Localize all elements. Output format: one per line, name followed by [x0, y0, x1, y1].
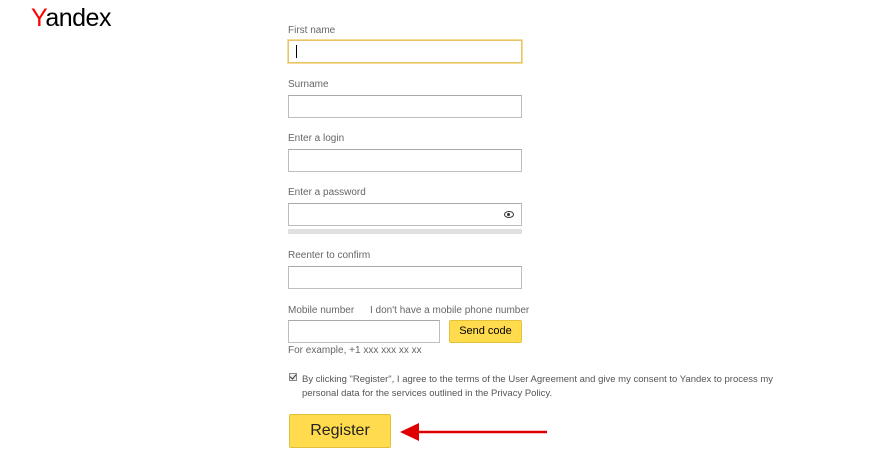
red-arrow-icon	[400, 423, 547, 441]
surname-label: Surname	[288, 79, 329, 90]
first-name-label: First name	[288, 25, 336, 36]
surname-input[interactable]	[288, 95, 522, 118]
phone-example-hint: For example, +1 xxx xxx xx xx	[288, 345, 422, 356]
logo-rest: andex	[45, 4, 111, 32]
password-strength-bar	[288, 229, 522, 234]
password-label: Enter a password	[288, 187, 366, 198]
no-phone-link[interactable]: I don't have a mobile phone number	[370, 305, 529, 317]
login-input[interactable]	[288, 149, 522, 172]
confirm-password-label: Reenter to confirm	[288, 250, 371, 261]
terms-checkbox[interactable]	[289, 373, 297, 381]
send-code-button[interactable]: Send code	[449, 320, 522, 343]
logo-letter-y: Y	[31, 4, 46, 32]
eye-icon[interactable]	[504, 211, 514, 218]
text-caret	[296, 45, 297, 58]
login-label: Enter a login	[288, 133, 345, 144]
yandex-logo[interactable]: Yandex	[31, 3, 111, 33]
first-name-input[interactable]	[288, 40, 522, 63]
register-button[interactable]: Register	[289, 414, 391, 448]
mobile-number-label: Mobile number	[288, 305, 355, 316]
terms-text: By clicking "Register", I agree to the t…	[302, 374, 774, 399]
password-input[interactable]	[288, 203, 522, 226]
mobile-number-input[interactable]	[288, 320, 440, 343]
confirm-password-input[interactable]	[288, 266, 522, 289]
